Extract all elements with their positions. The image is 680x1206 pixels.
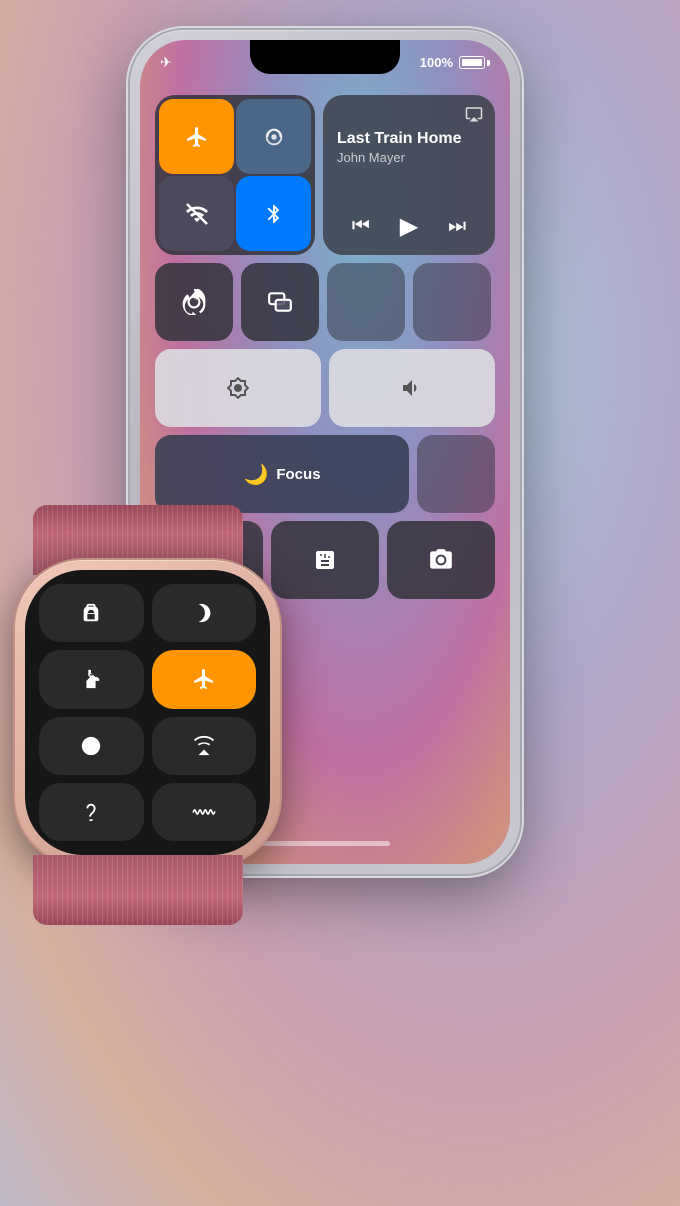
status-right: 100%: [420, 55, 490, 70]
scene: ✈ 100%: [0, 0, 680, 1206]
focus-label: Focus: [276, 466, 320, 483]
top-row: Last Train Home John Mayer ⏮ ▶ ⏭: [155, 95, 495, 255]
watch-airplay-button[interactable]: [152, 717, 257, 775]
music-controls: ⏮ ▶ ⏭: [337, 204, 481, 241]
battery-percentage: 100%: [420, 55, 453, 70]
focus-row: 🌙 Focus: [155, 435, 495, 513]
watch-noise-button[interactable]: [152, 783, 257, 841]
rotation-lock-button[interactable]: [155, 263, 233, 341]
music-player: Last Train Home John Mayer ⏮ ▶ ⏭: [323, 95, 495, 255]
battery-icon: [459, 56, 490, 69]
brightness-slider[interactable]: [155, 349, 321, 427]
focus-button[interactable]: 🌙 Focus: [155, 435, 409, 513]
second-row: [155, 263, 495, 341]
watch-case: [15, 560, 280, 865]
fast-forward-button[interactable]: ⏭: [448, 215, 466, 238]
airplay-icon[interactable]: [465, 105, 483, 128]
watch-flashlight-button[interactable]: [39, 650, 144, 708]
sliders-row: [155, 349, 495, 427]
screen-mirror-button[interactable]: [241, 263, 319, 341]
wifi-button[interactable]: [159, 176, 234, 251]
moon-icon: 🌙: [243, 462, 268, 487]
empty-focus-right[interactable]: [417, 435, 495, 513]
calculator-button[interactable]: [271, 521, 379, 599]
watch-hearing-button[interactable]: [39, 783, 144, 841]
music-song-title: Last Train Home: [337, 129, 481, 148]
empty-control-2[interactable]: [413, 263, 491, 341]
empty-control-1[interactable]: [327, 263, 405, 341]
camera-button[interactable]: [387, 521, 495, 599]
apple-watch-device: [15, 560, 280, 870]
play-button[interactable]: ▶: [400, 212, 418, 241]
status-left: ✈: [160, 54, 172, 71]
watch-screen: [25, 570, 270, 855]
airplane-mode-status-icon: ✈: [160, 54, 172, 71]
bluetooth-button[interactable]: [236, 176, 311, 251]
connectivity-block: [155, 95, 315, 255]
cellular-button[interactable]: [236, 99, 311, 174]
watch-water-lock-button[interactable]: [39, 717, 144, 775]
airplane-mode-button[interactable]: [159, 99, 234, 174]
watch-walkie-talkie-button[interactable]: [39, 584, 144, 642]
iphone-notch: [250, 40, 400, 74]
volume-slider[interactable]: [329, 349, 495, 427]
rewind-button[interactable]: ⏮: [352, 215, 370, 238]
music-artist-name: John Mayer: [337, 150, 481, 165]
watch-airplane-mode-button[interactable]: [152, 650, 257, 708]
watch-sleep-button[interactable]: [152, 584, 257, 642]
